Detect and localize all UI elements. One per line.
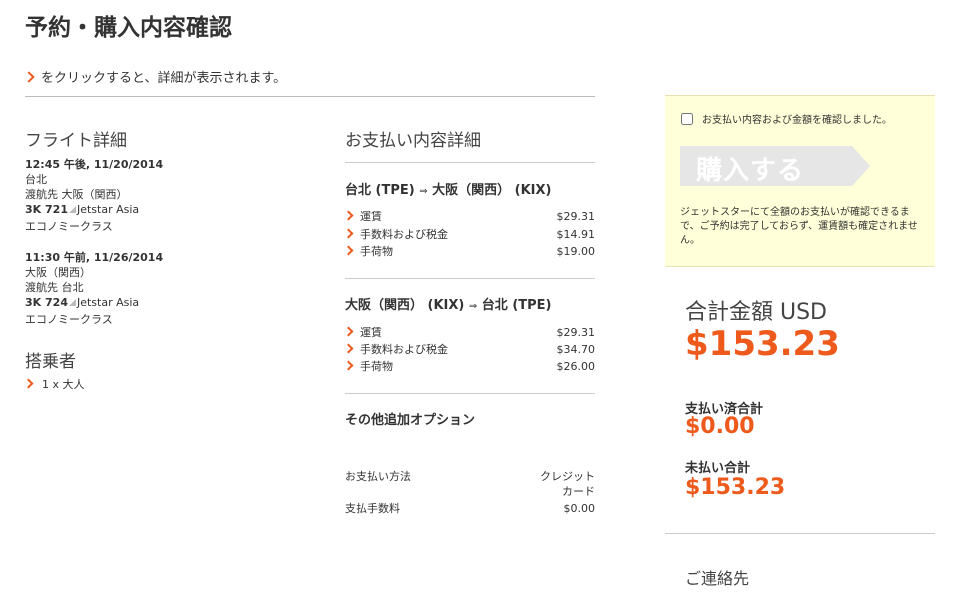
fee-label-wrap: 手数料および税金 [343, 227, 448, 242]
contact-heading: ご連絡先 [685, 569, 750, 588]
chevron-right-icon [343, 228, 354, 239]
fee-row[interactable]: 運賃 $29.31 [343, 325, 596, 340]
payment-method-value-line2: カード [562, 485, 595, 498]
chevron-right-icon [343, 326, 354, 337]
purchase-button[interactable]: 購入する [680, 146, 870, 186]
flight-number: 3K 721 [25, 203, 68, 216]
fee-label-wrap: 手荷物 [343, 359, 393, 374]
payment-method-label: お支払い方法 [345, 470, 411, 483]
leg-route: 台北 (TPE) ⇒ 大阪（関西） (KIX) [345, 179, 551, 198]
passengers-heading: 搭乗者 [25, 352, 76, 372]
chevron-right-icon [343, 210, 354, 221]
passenger-item[interactable]: 1 x 大人 [23, 377, 85, 392]
fee-amount: $34.70 [556, 343, 596, 356]
airline-logo-icon [68, 206, 76, 213]
leg-from: 台北 (TPE) [345, 183, 415, 198]
flight-item[interactable]: 11:30 午前, 11/26/2014 大阪（関西） 渡航先 台北 3K 72… [25, 250, 163, 327]
fee-label-wrap: 運賃 [343, 325, 382, 340]
chevron-right-icon [23, 378, 34, 389]
flight-origin: 大阪（関西） [25, 266, 91, 279]
confirm-checkbox-label[interactable]: お支払い内容および金額を確認しました。 [702, 111, 892, 126]
airline-logo-icon [68, 299, 76, 306]
fee-amount: $14.91 [556, 228, 596, 241]
flight-datetime: 12:45 午後, 11/20/2014 [25, 158, 164, 171]
flight-origin: 台北 [25, 173, 47, 186]
leg-route: 大阪（関西） (KIX) ⇒ 台北 (TPE) [345, 294, 551, 313]
fee-amount: $29.31 [556, 326, 596, 339]
fee-row[interactable]: 手荷物 $19.00 [343, 244, 596, 259]
chevron-right-icon [343, 245, 354, 256]
arrow-right-icon: ⇒ [419, 186, 428, 197]
details-hint: をクリックすると、詳細が表示されます。 [23, 67, 287, 86]
fee-label: 運賃 [360, 210, 382, 223]
arrow-right-icon: ⇒ [468, 301, 478, 312]
leg-from: 大阪（関西） (KIX) [345, 298, 465, 313]
flight-details-heading: フライト詳細 [25, 131, 127, 151]
purchase-note: ジェットスターにて全額のお支払いが確認できるまで、ご予約は完了しておらず、運賃額… [680, 207, 918, 246]
purchase-button-label: 購入する [696, 156, 805, 186]
fee-row[interactable]: 運賃 $29.31 [343, 209, 596, 224]
total-value: $153.23 [685, 324, 840, 364]
unpaid-total-value: $153.23 [685, 475, 786, 500]
payment-fee-value: $0.00 [563, 502, 596, 515]
payment-details-heading: お支払い内容詳細 [345, 131, 481, 151]
chevron-right-icon [343, 343, 354, 354]
flight-number: 3K 724 [25, 296, 68, 309]
chevron-right-icon [23, 71, 35, 83]
fee-label-wrap: 手荷物 [343, 244, 393, 259]
leg-to: 大阪（関西） (KIX) [432, 183, 552, 198]
flight-destination: 渡航先 台北 [25, 281, 84, 294]
divider [25, 96, 595, 97]
cabin-class: エコノミークラス [25, 313, 113, 326]
fee-row[interactable]: 手数料および税金 $14.91 [343, 227, 596, 242]
fee-label: 手荷物 [360, 245, 393, 258]
confirm-checkbox[interactable] [681, 113, 693, 125]
airline-name: Jetstar Asia [76, 203, 140, 216]
airline-name: Jetstar Asia [76, 296, 140, 309]
flight-item[interactable]: 12:45 午後, 11/20/2014 台北 渡航先 大阪（関西） 3K 72… [25, 157, 163, 234]
payment-method-value: クレジット カード [520, 469, 595, 499]
flight-number-line: 3K 724 Jetstar Asia [25, 295, 163, 310]
payment-fee-label: 支払手数料 [345, 502, 400, 515]
chevron-right-icon [343, 360, 354, 371]
passenger-count: 1 x 大人 [42, 378, 85, 391]
fee-row[interactable]: 手数料および税金 $34.70 [343, 342, 596, 357]
page-title: 予約・購入内容確認 [25, 15, 232, 41]
flight-datetime: 11:30 午前, 11/26/2014 [25, 251, 164, 264]
fee-label-wrap: 運賃 [343, 209, 382, 224]
leg-to: 台北 (TPE) [481, 298, 552, 313]
fee-amount: $26.00 [556, 360, 596, 373]
extras-heading: その他追加オプション [345, 413, 476, 428]
divider [665, 533, 935, 534]
divider [345, 278, 595, 279]
fee-label: 手数料および税金 [360, 343, 448, 356]
flight-number-line: 3K 721 Jetstar Asia [25, 202, 163, 217]
fee-amount: $19.00 [556, 245, 596, 258]
paid-total-value: $0.00 [685, 414, 755, 439]
fee-amount: $29.31 [556, 210, 596, 223]
fee-label-wrap: 手数料および税金 [343, 342, 448, 357]
fee-label: 手数料および税金 [360, 228, 448, 241]
divider [345, 393, 595, 394]
fee-label: 運賃 [360, 326, 382, 339]
fee-label: 手荷物 [360, 360, 393, 373]
total-label: 合計金額 USD [685, 300, 828, 325]
fee-row[interactable]: 手荷物 $26.00 [343, 359, 596, 374]
payment-method-value-line1: クレジット [540, 470, 595, 483]
cabin-class: エコノミークラス [25, 220, 113, 233]
flight-destination: 渡航先 大阪（関西） [25, 188, 128, 201]
unpaid-total-label: 未払い合計 [685, 461, 751, 476]
details-hint-text: をクリックすると、詳細が表示されます。 [41, 71, 287, 86]
divider [345, 162, 595, 163]
